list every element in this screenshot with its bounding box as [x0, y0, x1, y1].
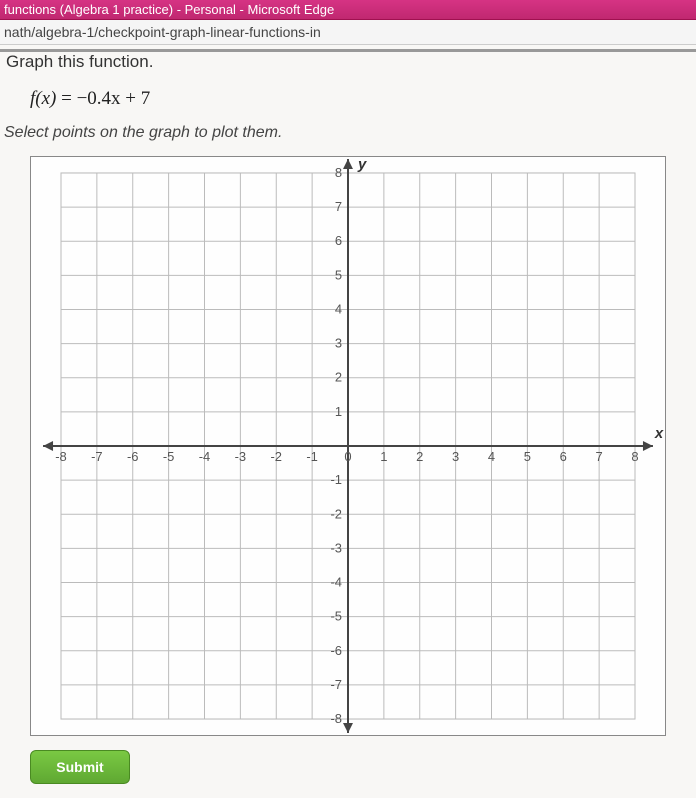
svg-text:6: 6	[560, 449, 567, 464]
function-equation: f(x) = −0.4x + 7	[0, 82, 696, 124]
submit-button[interactable]: Submit	[30, 750, 130, 784]
url-text: nath/algebra-1/checkpoint-graph-linear-f…	[4, 24, 321, 40]
svg-text:-3: -3	[235, 449, 247, 464]
svg-text:2: 2	[335, 370, 342, 385]
svg-text:7: 7	[596, 449, 603, 464]
svg-text:5: 5	[524, 449, 531, 464]
svg-text:-1: -1	[306, 449, 318, 464]
svg-text:-4: -4	[331, 575, 343, 590]
svg-text:1: 1	[380, 449, 387, 464]
svg-text:-8: -8	[55, 449, 67, 464]
graph-svg[interactable]: -8-7-6-5-4-3-2-1012345678-8-7-6-5-4-3-2-…	[31, 157, 665, 735]
svg-text:y: y	[357, 157, 367, 173]
svg-text:-6: -6	[331, 643, 343, 658]
svg-text:3: 3	[452, 449, 459, 464]
coordinate-graph[interactable]: -8-7-6-5-4-3-2-1012345678-8-7-6-5-4-3-2-…	[30, 156, 666, 736]
function-eq: =	[56, 88, 76, 109]
svg-text:4: 4	[488, 449, 495, 464]
svg-text:3: 3	[335, 336, 342, 351]
svg-text:-1: -1	[331, 472, 343, 487]
url-bar[interactable]: nath/algebra-1/checkpoint-graph-linear-f…	[0, 20, 696, 45]
svg-text:-3: -3	[331, 540, 343, 555]
svg-text:6: 6	[335, 233, 342, 248]
svg-text:-5: -5	[331, 609, 343, 624]
function-rhs: −0.4x + 7	[77, 88, 151, 109]
svg-text:x: x	[654, 425, 664, 442]
svg-text:8: 8	[631, 449, 638, 464]
svg-text:-5: -5	[163, 449, 175, 464]
svg-text:2: 2	[416, 449, 423, 464]
svg-text:5: 5	[335, 267, 342, 282]
submit-label: Submit	[56, 759, 103, 775]
window-title-bar: functions (Algebra 1 practice) - Persona…	[0, 0, 696, 20]
problem-instruction: Graph this function.	[0, 49, 696, 82]
function-lhs: f(x)	[30, 88, 56, 109]
svg-text:-2: -2	[331, 506, 343, 521]
problem-subinstruction: Select points on the graph to plot them.	[0, 124, 696, 156]
svg-text:0: 0	[344, 449, 351, 464]
svg-text:-4: -4	[199, 449, 211, 464]
svg-text:-6: -6	[127, 449, 139, 464]
window-title: functions (Algebra 1 practice) - Persona…	[4, 2, 334, 17]
svg-text:-7: -7	[331, 677, 343, 692]
svg-text:4: 4	[335, 301, 342, 316]
svg-text:-7: -7	[91, 449, 103, 464]
content-area: Graph this function. f(x) = −0.4x + 7 Se…	[0, 45, 696, 798]
svg-text:8: 8	[335, 165, 342, 180]
svg-text:7: 7	[335, 199, 342, 214]
svg-text:1: 1	[335, 404, 342, 419]
svg-text:-8: -8	[331, 711, 343, 726]
svg-text:-2: -2	[270, 449, 282, 464]
